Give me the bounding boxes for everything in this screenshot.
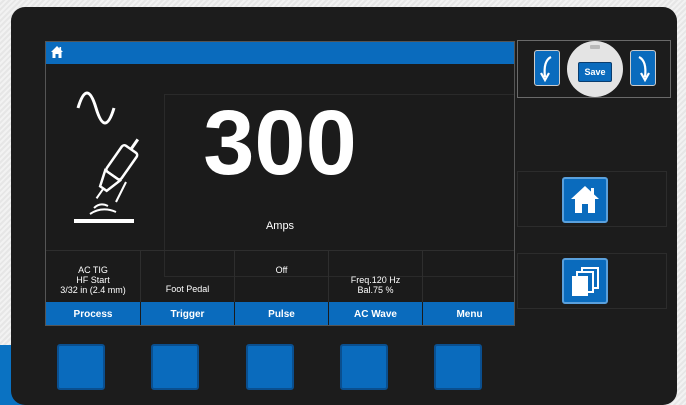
trigger-info-cell: Foot Pedal: [141, 250, 235, 302]
memory-next-button[interactable]: [630, 50, 656, 86]
display-screen: 300 Amps AC TIG HF Start 3/32 in (2.4 mm…: [45, 41, 515, 326]
softkey-menu[interactable]: Menu: [423, 302, 514, 325]
pulse-info-line: Off: [275, 265, 288, 275]
softkey-trigger[interactable]: Trigger: [141, 302, 235, 325]
ac-wave-info-line: Bal.75 %: [357, 285, 394, 295]
hardware-button-process[interactable]: [57, 344, 105, 390]
hardware-button-trigger[interactable]: [151, 344, 199, 390]
welder-control-panel: 300 Amps AC TIG HF Start 3/32 in (2.4 mm…: [11, 7, 677, 405]
menu-info-cell: [423, 250, 514, 302]
arrow-curve-down-left-icon: [540, 56, 552, 83]
pages-button[interactable]: [562, 258, 608, 304]
process-info-line: AC TIG: [78, 265, 108, 275]
hardware-button-ac-wave[interactable]: [340, 344, 388, 390]
home-icon[interactable]: [50, 45, 64, 59]
softkey-pulse[interactable]: Pulse: [235, 302, 329, 325]
process-info-line: HF Start: [76, 275, 110, 285]
pulse-info-cell: Off: [235, 250, 329, 302]
softkey-bar: Process Trigger Pulse AC Wave Menu: [46, 302, 514, 325]
hardware-button-menu[interactable]: [434, 344, 482, 390]
process-info-line: 3/32 in (2.4 mm): [60, 285, 126, 295]
amperage-readout: 300: [203, 92, 357, 194]
home-icon: [571, 186, 599, 213]
screen-top-bar: [46, 42, 514, 64]
save-tab-marker: [590, 45, 600, 49]
pages-stack-icon: [572, 267, 599, 296]
amperage-unit-label: Amps: [265, 220, 295, 232]
memory-prev-button[interactable]: [534, 50, 560, 86]
ac-wave-info-cell: Freq.120 Hz Bal.75 %: [329, 250, 423, 302]
trigger-info-line: Foot Pedal: [165, 284, 210, 294]
home-button[interactable]: [562, 177, 608, 223]
softkey-ac-wave[interactable]: AC Wave: [329, 302, 423, 325]
arrow-curve-down-right-icon: [638, 56, 650, 83]
process-info-cell: AC TIG HF Start 3/32 in (2.4 mm): [46, 250, 141, 302]
hardware-button-pulse[interactable]: [246, 344, 294, 390]
save-button[interactable]: Save: [578, 62, 612, 82]
softkey-process[interactable]: Process: [46, 302, 141, 325]
parameter-info-row: AC TIG HF Start 3/32 in (2.4 mm) Foot Pe…: [46, 250, 514, 302]
ac-wave-info-line: Freq.120 Hz: [350, 275, 401, 285]
